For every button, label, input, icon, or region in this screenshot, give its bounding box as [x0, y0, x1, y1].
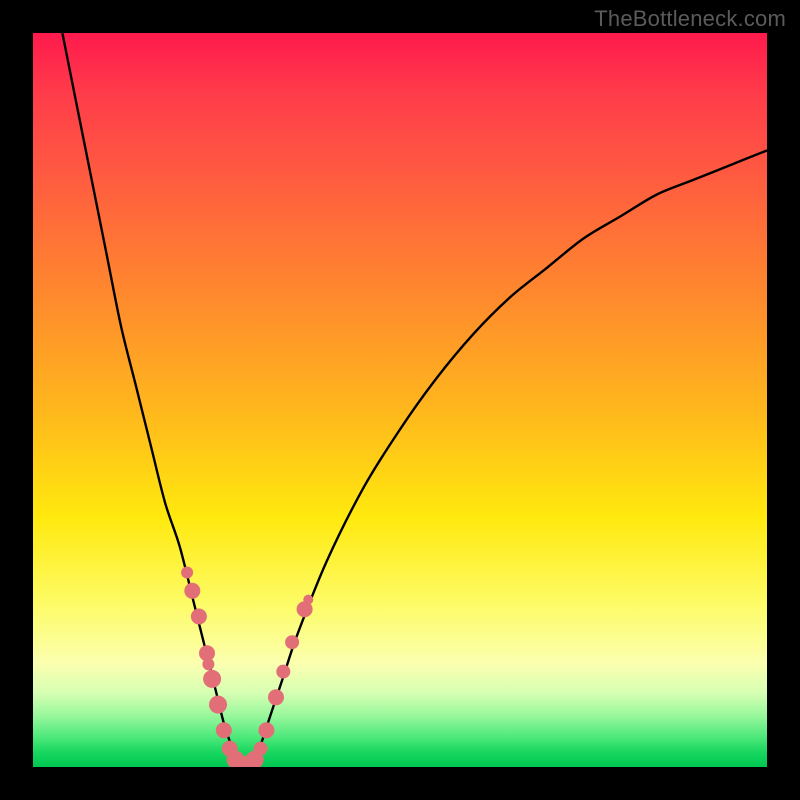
sample-point — [184, 583, 200, 599]
bottleneck-curve — [62, 33, 767, 767]
sample-points-group — [181, 567, 313, 768]
sample-point — [181, 567, 193, 579]
sample-point — [285, 635, 299, 649]
sample-point — [268, 689, 284, 705]
plot-area — [33, 33, 767, 767]
sample-point — [202, 658, 214, 670]
sample-point — [209, 696, 227, 714]
chart-svg — [33, 33, 767, 767]
sample-point — [191, 609, 207, 625]
sample-point — [254, 742, 268, 756]
sample-point — [203, 670, 221, 688]
sample-point — [258, 722, 274, 738]
chart-frame: TheBottleneck.com — [0, 0, 800, 800]
sample-point — [303, 595, 313, 605]
sample-point — [276, 665, 290, 679]
watermark-text: TheBottleneck.com — [594, 6, 786, 32]
sample-point — [216, 722, 232, 738]
